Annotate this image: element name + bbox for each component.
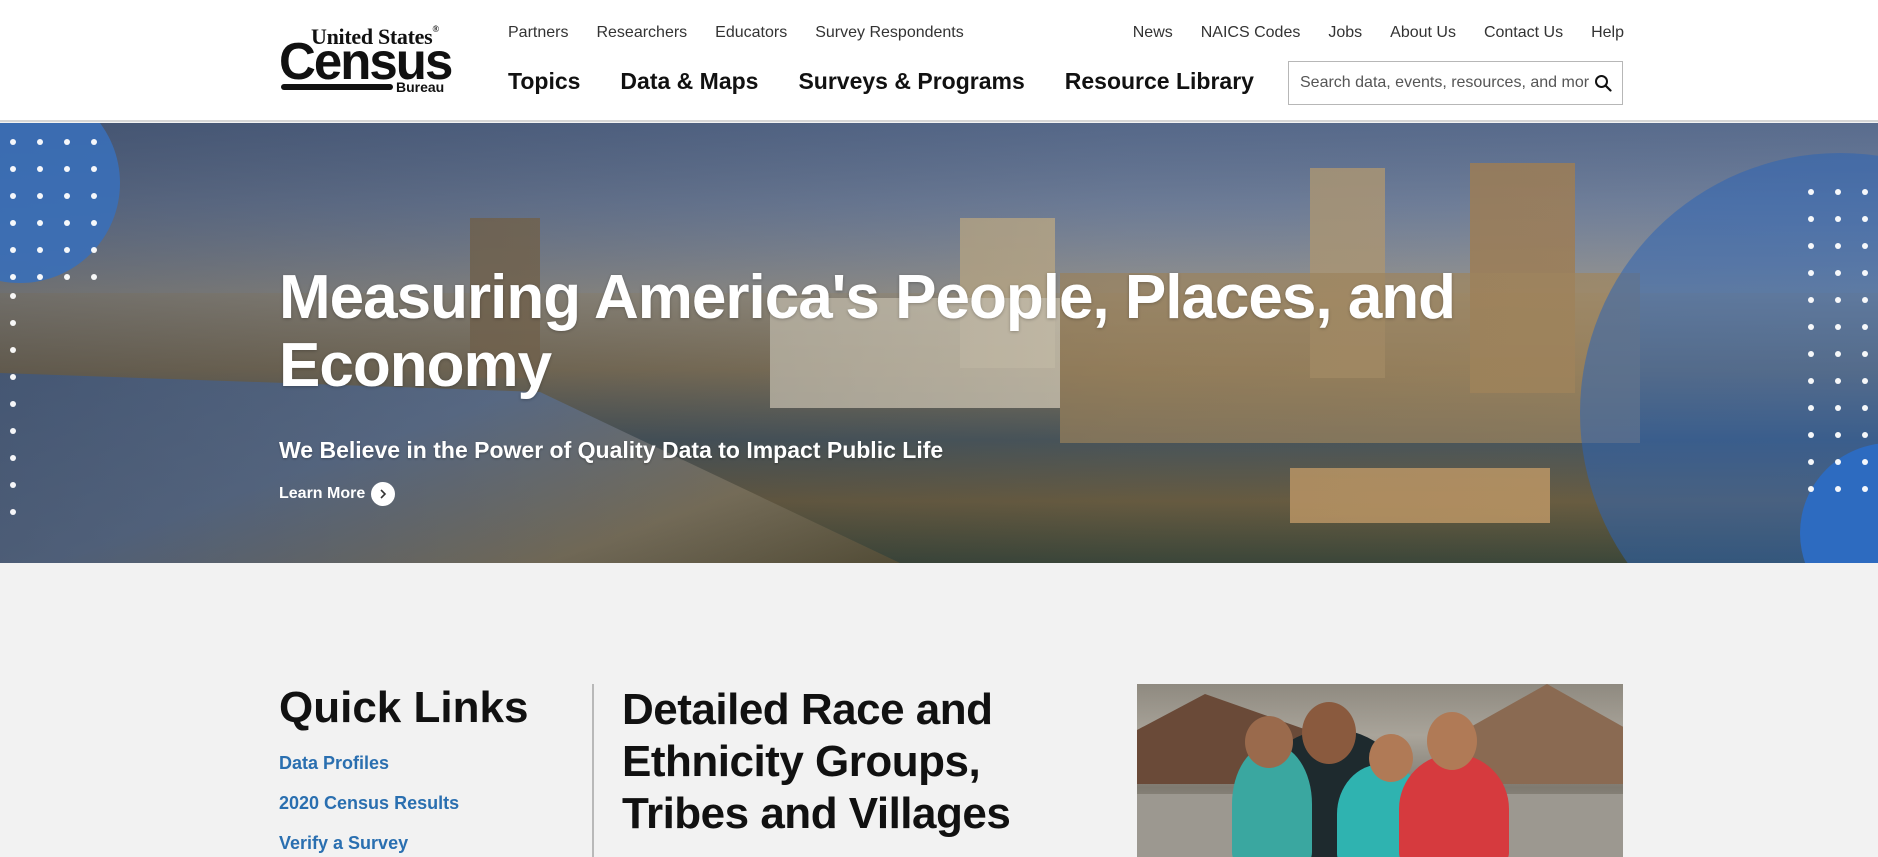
decorative-dots-right	[1808, 189, 1868, 492]
quick-link-2020-census-results[interactable]: 2020 Census Results	[279, 793, 459, 814]
census-logo[interactable]: United States® Census Bureau	[279, 24, 457, 96]
site-header: United States® Census Bureau Partners Re…	[0, 0, 1878, 122]
nav-resource-library[interactable]: Resource Library	[1065, 68, 1254, 95]
nav-surveys-programs[interactable]: Surveys & Programs	[798, 68, 1024, 95]
quick-link-verify-a-survey[interactable]: Verify a Survey	[279, 833, 408, 854]
util-link-survey-respondents[interactable]: Survey Respondents	[815, 24, 964, 42]
util-link-jobs[interactable]: Jobs	[1328, 24, 1362, 42]
search-box	[1288, 61, 1623, 105]
util-link-contact-us[interactable]: Contact Us	[1484, 24, 1563, 42]
search-icon[interactable]	[1594, 74, 1612, 92]
utility-nav-left: Partners Researchers Educators Survey Re…	[508, 24, 964, 42]
hero-subtitle: We Believe in the Power of Quality Data …	[279, 437, 944, 463]
feature-photo[interactable]	[1137, 684, 1623, 857]
hero-title: Measuring America's People, Places, and …	[279, 263, 1456, 400]
section-divider	[592, 684, 594, 857]
nav-data-maps[interactable]: Data & Maps	[620, 68, 758, 95]
decorative-dots-left	[10, 139, 97, 280]
util-link-help[interactable]: Help	[1591, 24, 1624, 42]
hero-banner: Measuring America's People, Places, and …	[0, 123, 1878, 563]
search-input[interactable]	[1289, 62, 1589, 104]
util-link-naics-codes[interactable]: NAICS Codes	[1201, 24, 1301, 42]
logo-line-bureau: Bureau	[396, 79, 445, 95]
utility-nav-right: News NAICS Codes Jobs About Us Contact U…	[1133, 24, 1624, 42]
util-link-about-us[interactable]: About Us	[1390, 24, 1456, 42]
util-link-partners[interactable]: Partners	[508, 24, 568, 42]
main-nav: Topics Data & Maps Surveys & Programs Re…	[508, 68, 1254, 95]
learn-more-label: Learn More	[279, 485, 366, 502]
decorative-dots-left-column	[10, 293, 16, 515]
quick-links-title: Quick Links	[279, 683, 529, 732]
learn-more-button[interactable]: Learn More	[279, 482, 396, 506]
util-link-news[interactable]: News	[1133, 24, 1173, 42]
chevron-right-icon	[371, 482, 396, 506]
quick-link-data-profiles[interactable]: Data Profiles	[279, 753, 389, 774]
util-link-researchers[interactable]: Researchers	[596, 24, 687, 42]
logo-underline	[281, 84, 393, 90]
feature-title[interactable]: Detailed Race and Ethnicity Groups, Trib…	[622, 684, 1102, 840]
util-link-educators[interactable]: Educators	[715, 24, 787, 42]
nav-topics[interactable]: Topics	[508, 68, 580, 95]
